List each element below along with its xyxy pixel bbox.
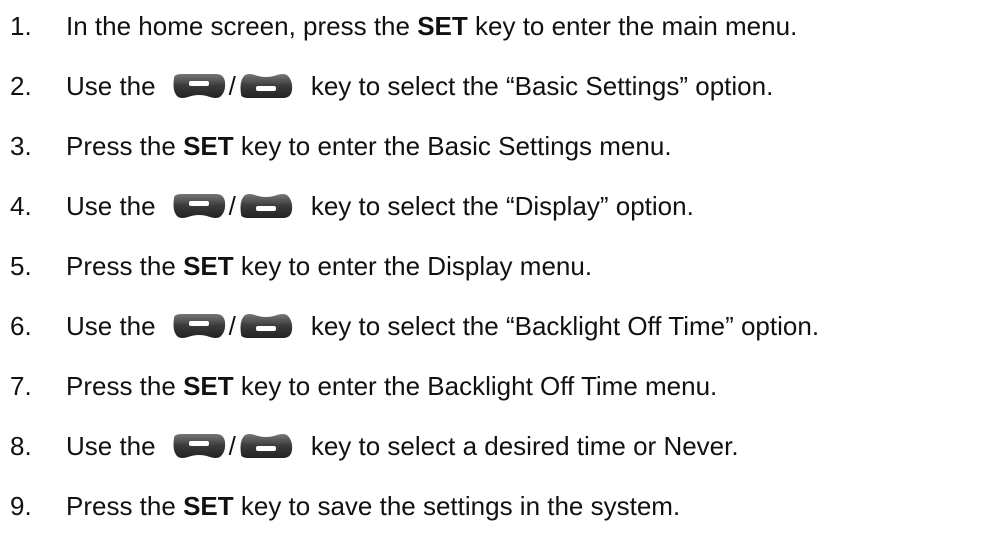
- step-text-before: Use the: [66, 311, 156, 341]
- step-text: Use the /: [66, 64, 773, 108]
- step-5: 5. Press the SET key to enter the Displa…: [0, 244, 592, 288]
- step-text-after: key to enter the Display menu.: [233, 251, 593, 281]
- step-number: 3.: [10, 131, 32, 161]
- step-3: 3. Press the SET key to enter the Basic …: [0, 124, 672, 168]
- step-text: Press the SET key to enter the Basic Set…: [66, 124, 672, 168]
- step-7: 7. Press the SET key to enter the Backli…: [0, 364, 717, 408]
- step-8: 8. Use the / key to select a desired tim…: [0, 424, 739, 468]
- up-key-icon: [170, 72, 228, 100]
- navigation-keys: /: [170, 184, 295, 228]
- down-key-icon: [237, 72, 295, 100]
- set-key-label: SET: [183, 491, 234, 521]
- key-separator: /: [228, 431, 236, 461]
- step-number: 2.: [10, 71, 32, 101]
- step-4: 4. Use the / key to select the “Display”…: [0, 184, 694, 228]
- step-text-before: In the home screen, press the: [66, 11, 418, 41]
- step-text-after: key to save the settings in the system.: [233, 491, 681, 521]
- key-separator: /: [228, 311, 236, 341]
- navigation-keys: /: [170, 64, 295, 108]
- set-key-label: SET: [183, 251, 234, 281]
- key-separator: /: [228, 191, 236, 221]
- navigation-keys: /: [170, 304, 295, 348]
- step-number: 1.: [10, 11, 32, 41]
- step-number: 9.: [10, 491, 32, 521]
- step-text: Press the SET key to enter the Display m…: [66, 244, 592, 288]
- step-text-before: Press the: [66, 371, 184, 401]
- step-text: Use the /: [66, 184, 694, 228]
- step-9: 9. Press the SET key to save the setting…: [0, 484, 680, 528]
- step-text-after: key to select the “Backlight Off Time” o…: [310, 311, 820, 341]
- step-1: 1. In the home screen, press the SET key…: [0, 4, 797, 48]
- step-text-after: key to select the “Basic Settings” optio…: [310, 71, 774, 101]
- step-text: Press the SET key to save the settings i…: [66, 484, 680, 528]
- step-text-after: key to enter the main menu.: [467, 11, 798, 41]
- down-key-icon: [237, 432, 295, 460]
- step-6: 6. Use the / key to select the “Backligh…: [0, 304, 819, 348]
- step-number: 4.: [10, 191, 32, 221]
- step-text-before: Press the: [66, 251, 184, 281]
- step-text-after: key to select a desired time or Never.: [310, 431, 739, 461]
- step-text-before: Press the: [66, 491, 184, 521]
- step-text-after: key to enter the Basic Settings menu.: [233, 131, 672, 161]
- navigation-keys: /: [170, 424, 295, 468]
- step-2: 2. Use the / key to select the “Basic Se…: [0, 64, 773, 108]
- step-text-before: Use the: [66, 431, 156, 461]
- instruction-list: 1. In the home screen, press the SET key…: [0, 0, 991, 541]
- down-key-icon: [237, 192, 295, 220]
- down-key-icon: [237, 312, 295, 340]
- set-key-label: SET: [183, 371, 234, 401]
- up-key-icon: [170, 192, 228, 220]
- step-text-before: Press the: [66, 131, 184, 161]
- up-key-icon: [170, 432, 228, 460]
- step-text-before: Use the: [66, 71, 156, 101]
- step-text-after: key to select the “Display” option.: [310, 191, 694, 221]
- step-text: Use the /: [66, 424, 739, 468]
- up-key-icon: [170, 312, 228, 340]
- step-text: Press the SET key to enter the Backlight…: [66, 364, 717, 408]
- step-text: In the home screen, press the SET key to…: [66, 4, 797, 48]
- set-key-label: SET: [417, 11, 468, 41]
- step-number: 7.: [10, 371, 32, 401]
- step-number: 5.: [10, 251, 32, 281]
- set-key-label: SET: [183, 131, 234, 161]
- key-separator: /: [228, 71, 236, 101]
- step-number: 8.: [10, 431, 32, 461]
- step-text-before: Use the: [66, 191, 156, 221]
- step-text-after: key to enter the Backlight Off Time menu…: [233, 371, 718, 401]
- step-number: 6.: [10, 311, 32, 341]
- step-text: Use the /: [66, 304, 819, 348]
